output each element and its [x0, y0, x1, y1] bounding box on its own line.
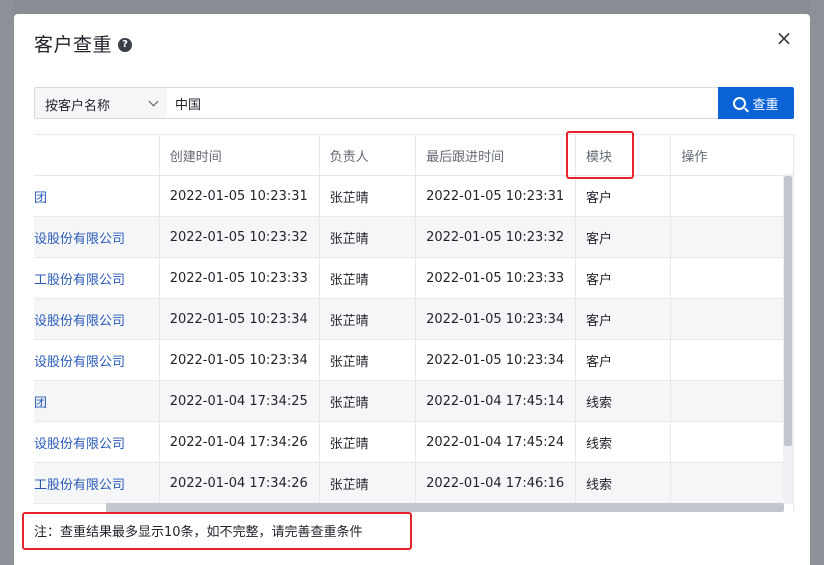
- search-icon: [733, 96, 747, 110]
- cell-created-time: 2022-01-04 17:34:25: [158, 380, 320, 422]
- cell-created-time: 2022-01-05 10:23:32: [158, 216, 320, 258]
- table-row: 工股份有限公司 2022-01-05 10:23:33 张芷晴 2022-01-05 …: [34, 257, 794, 299]
- close-icon[interactable]: ×: [774, 28, 794, 48]
- cell-last-followup: 2022-01-04 17:45:24: [415, 421, 577, 463]
- cell-name[interactable]: 团: [34, 380, 160, 422]
- column-header-last-followup: 最后跟进时间: [415, 134, 577, 176]
- help-icon[interactable]: ?: [118, 38, 132, 52]
- cell-module: 线索: [575, 380, 672, 422]
- results-table-container: 创建时间 负责人 最后跟进时间 模块 操作 团 2022-01-05 10:23:…: [34, 134, 794, 512]
- search-button-label: 查重: [752, 97, 779, 113]
- cell-actions[interactable]: [670, 421, 794, 463]
- cell-name[interactable]: 工股份有限公司: [34, 462, 160, 504]
- cell-actions[interactable]: [670, 298, 794, 340]
- table-row: 设股份有限公司 2022-01-05 10:23:34 张芷晴 2022-01-05 …: [34, 339, 794, 381]
- cell-module: 客户: [575, 257, 672, 299]
- search-field-select[interactable]: 按客户名称: [34, 87, 168, 119]
- table-header-row: 创建时间 负责人 最后跟进时间 模块 操作: [34, 134, 794, 176]
- column-header-owner: 负责人: [318, 134, 417, 176]
- cell-last-followup: 2022-01-05 10:23:33: [415, 257, 577, 299]
- search-button[interactable]: 查重: [718, 87, 794, 119]
- cell-name[interactable]: 设股份有限公司: [34, 421, 160, 463]
- cell-created-time: 2022-01-05 10:23:34: [158, 339, 320, 381]
- duplicate-check-modal: 客户查重 ? × 按客户名称 查重 创建时间 负责人 最后跟进时间 模块 操作 …: [14, 14, 810, 565]
- search-field-select-value: 按客户名称: [45, 99, 111, 114]
- cell-last-followup: 2022-01-05 10:23:32: [415, 216, 577, 258]
- cell-actions[interactable]: [670, 257, 794, 299]
- horizontal-scrollbar[interactable]: [106, 503, 784, 512]
- table-row: 团 2022-01-05 10:23:31 张芷晴 2022-01-05 10:23:…: [34, 175, 794, 217]
- cell-owner: 张芷晴: [318, 257, 417, 299]
- cell-created-time: 2022-01-05 10:23:31: [158, 175, 320, 217]
- cell-name[interactable]: 团: [34, 175, 160, 217]
- cell-created-time: 2022-01-05 10:23:33: [158, 257, 320, 299]
- cell-last-followup: 2022-01-05 10:23:34: [415, 298, 577, 340]
- column-header-name: [34, 134, 160, 176]
- table-row: 设股份有限公司 2022-01-04 17:34:26 张芷晴 2022-01-04 …: [34, 421, 794, 463]
- vertical-scrollbar[interactable]: [784, 176, 792, 446]
- cell-created-time: 2022-01-05 10:23:34: [158, 298, 320, 340]
- cell-last-followup: 2022-01-04 17:46:16: [415, 462, 577, 504]
- cell-actions[interactable]: [670, 216, 794, 258]
- cell-actions[interactable]: [670, 175, 794, 217]
- cell-module: 线索: [575, 462, 672, 504]
- cell-owner: 张芷晴: [318, 216, 417, 258]
- cell-module: 客户: [575, 216, 672, 258]
- table-row: 工股份有限公司 2022-01-04 17:34:26 张芷晴 2022-01-04 …: [34, 462, 794, 504]
- table-row: 设股份有限公司 2022-01-05 10:23:34 张芷晴 2022-01-05 …: [34, 298, 794, 340]
- note-text: 注：查重结果最多显示10条，如不完整，请完善查重条件: [34, 525, 363, 540]
- module-column-highlight: [566, 131, 634, 179]
- table-row: 设股份有限公司 2022-01-05 10:23:32 张芷晴 2022-01-05 …: [34, 216, 794, 258]
- cell-owner: 张芷晴: [318, 339, 417, 381]
- cell-name[interactable]: 设股份有限公司: [34, 216, 160, 258]
- backdrop-right-edge: [810, 0, 824, 565]
- search-bar: 按客户名称 查重: [34, 87, 794, 119]
- table-row: 团 2022-01-04 17:34:25 张芷晴 2022-01-04 17:45:…: [34, 380, 794, 422]
- cell-actions[interactable]: [670, 339, 794, 381]
- cell-module: 客户: [575, 175, 672, 217]
- cell-owner: 张芷晴: [318, 421, 417, 463]
- cell-last-followup: 2022-01-05 10:23:31: [415, 175, 577, 217]
- column-header-actions: 操作: [670, 134, 794, 176]
- cell-last-followup: 2022-01-05 10:23:34: [415, 339, 577, 381]
- cell-name[interactable]: 设股份有限公司: [34, 339, 160, 381]
- cell-module: 线索: [575, 421, 672, 463]
- cell-created-time: 2022-01-04 17:34:26: [158, 421, 320, 463]
- cell-name[interactable]: 工股份有限公司: [34, 257, 160, 299]
- cell-last-followup: 2022-01-04 17:45:14: [415, 380, 577, 422]
- keyword-input[interactable]: [167, 87, 734, 119]
- cell-created-time: 2022-01-04 17:34:26: [158, 462, 320, 504]
- column-header-created-time: 创建时间: [158, 134, 320, 176]
- cell-module: 客户: [575, 298, 672, 340]
- cell-owner: 张芷晴: [318, 380, 417, 422]
- cell-actions[interactable]: [670, 462, 794, 504]
- cell-name[interactable]: 设股份有限公司: [34, 298, 160, 340]
- cell-owner: 张芷晴: [318, 462, 417, 504]
- cell-module: 客户: [575, 339, 672, 381]
- modal-title: 客户查重: [34, 34, 113, 56]
- backdrop-left-edge: [0, 0, 14, 565]
- cell-owner: 张芷晴: [318, 298, 417, 340]
- cell-owner: 张芷晴: [318, 175, 417, 217]
- cell-actions[interactable]: [670, 380, 794, 422]
- results-table: 创建时间 负责人 最后跟进时间 模块 操作 团 2022-01-05 10:23:…: [34, 134, 794, 512]
- chevron-down-icon: [148, 96, 159, 107]
